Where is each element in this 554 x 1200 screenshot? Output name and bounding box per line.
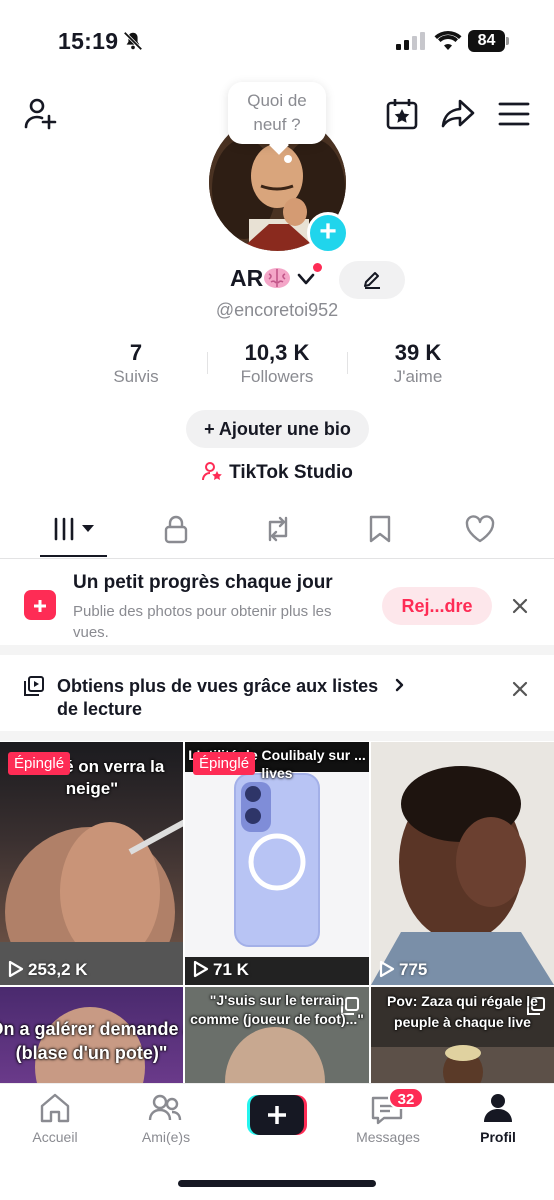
video-image (371, 766, 554, 985)
add-story-button[interactable]: + (307, 212, 349, 254)
view-count-text: 775 (399, 960, 428, 979)
calendar-star-icon[interactable] (384, 96, 420, 132)
wifi-icon (434, 31, 462, 50)
promo-title: Un petit progrès chaque jour (73, 572, 333, 593)
video-thumbnail[interactable]: L'utilité de Coulibaly sur ... lives Épi… (185, 742, 369, 985)
chevron-right-icon[interactable] (395, 678, 405, 692)
view-count: 253,2 K (8, 960, 88, 980)
stat-following-value[interactable]: 7 (56, 340, 216, 366)
tabs-divider (0, 558, 554, 559)
close-promo-icon[interactable] (510, 596, 530, 616)
brain-emoji-icon (264, 268, 291, 288)
home-indicator[interactable] (178, 1180, 376, 1187)
close-tip-icon[interactable] (510, 679, 530, 699)
bubble-text-line2: neuf ? (253, 115, 301, 134)
battery-level: 84 (468, 30, 505, 52)
tab-active-underline (40, 555, 107, 557)
tab-reposts-icon[interactable] (262, 514, 294, 544)
play-icon (8, 960, 24, 978)
pencil-icon (364, 272, 380, 289)
status-time: 15:19 (58, 28, 119, 54)
battery-indicator: 84 (468, 30, 510, 52)
profile-icon[interactable] (481, 1091, 515, 1125)
play-icon (193, 960, 209, 978)
tab-liked-heart-icon[interactable] (464, 514, 496, 544)
nav-friends-label[interactable]: Ami(e)s (116, 1129, 216, 1145)
tab-private-lock-icon[interactable] (162, 514, 190, 544)
notification-dot (313, 263, 322, 272)
username: @encoretoi952 (215, 300, 339, 320)
pinned-badge: Épinglé (193, 752, 256, 775)
bell-muted-icon (123, 31, 143, 51)
tab-favorites-bookmark-icon[interactable] (366, 514, 394, 544)
share-icon[interactable] (440, 96, 476, 132)
view-count: 71 K (193, 960, 249, 980)
edit-profile-button[interactable] (339, 261, 405, 299)
view-count: 775 (379, 960, 427, 980)
stat-likes-value[interactable]: 39 K (338, 340, 498, 366)
stat-followers-label[interactable]: Followers (197, 367, 357, 387)
display-name[interactable]: AR (230, 265, 291, 292)
view-count-text: 253,2 K (28, 960, 88, 979)
tiktok-studio-link[interactable]: TikTok Studio (0, 460, 554, 484)
video-caption: "J'suis sur le terrain comme (joueur de … (190, 992, 364, 1027)
create-plus-button[interactable] (247, 1095, 307, 1135)
video-thumbnail[interactable]: 775 (371, 742, 554, 985)
nav-messages-label[interactable]: Messages (338, 1129, 438, 1145)
add-bio-button[interactable]: + Ajouter une bio (186, 410, 369, 448)
video-thumbnail[interactable]: On a galérer demande à (blase d'un pote)… (0, 987, 183, 1083)
menu-icon[interactable] (496, 96, 532, 132)
display-name-text: AR (230, 265, 264, 291)
messages-badge: 32 (388, 1087, 424, 1109)
playlist-icon (24, 676, 44, 696)
stat-following-label[interactable]: Suivis (56, 367, 216, 387)
view-count-text: 71 K (213, 960, 249, 979)
play-icon (379, 960, 395, 978)
video-thumbnail[interactable]: "J'suis sur le terrain comme (joueur de … (185, 987, 369, 1083)
nav-profile-label[interactable]: Profil (448, 1129, 548, 1145)
video-thumbnail[interactable]: W...été on verra la neige" Épinglé 253,2… (0, 742, 183, 985)
nav-home-label[interactable]: Accueil (5, 1129, 105, 1145)
promo-join-button[interactable]: Rej...dre (382, 587, 492, 625)
promo-subtitle: Publie des photos pour obtenir plus les … (73, 603, 332, 641)
signal-icon (396, 32, 425, 50)
bubble-text-line1: Quoi de (247, 91, 307, 110)
friends-icon[interactable] (148, 1091, 182, 1125)
tab-videos-grid-icon[interactable] (52, 514, 98, 544)
playlist-tip-text[interactable]: Obtiens plus de vues grâce aux listes de… (57, 675, 397, 721)
video-caption: On a galérer demande à (blase d'un pote)… (0, 1019, 183, 1063)
bubble-pointer-dot (284, 155, 292, 163)
video-thumbnail[interactable]: Pov: Zaza qui régale le peuple à chaque … (371, 987, 554, 1083)
photo-plus-icon (24, 590, 56, 620)
pinned-badge: Épinglé (8, 752, 71, 775)
studio-person-star-icon (202, 462, 222, 481)
video-caption: Pov: Zaza qui régale le peuple à chaque … (387, 993, 538, 1030)
add-friend-icon[interactable] (22, 96, 58, 132)
stat-likes-label[interactable]: J'aime (338, 367, 498, 387)
whats-new-bubble[interactable]: Quoi de neuf ? (228, 82, 326, 144)
tiktok-studio-label: TikTok Studio (229, 462, 353, 483)
stat-followers-value[interactable]: 10,3 K (197, 340, 357, 366)
chevron-down-icon[interactable] (296, 272, 316, 286)
section-separator (0, 731, 554, 741)
section-separator (0, 645, 554, 655)
home-icon[interactable] (38, 1091, 72, 1125)
